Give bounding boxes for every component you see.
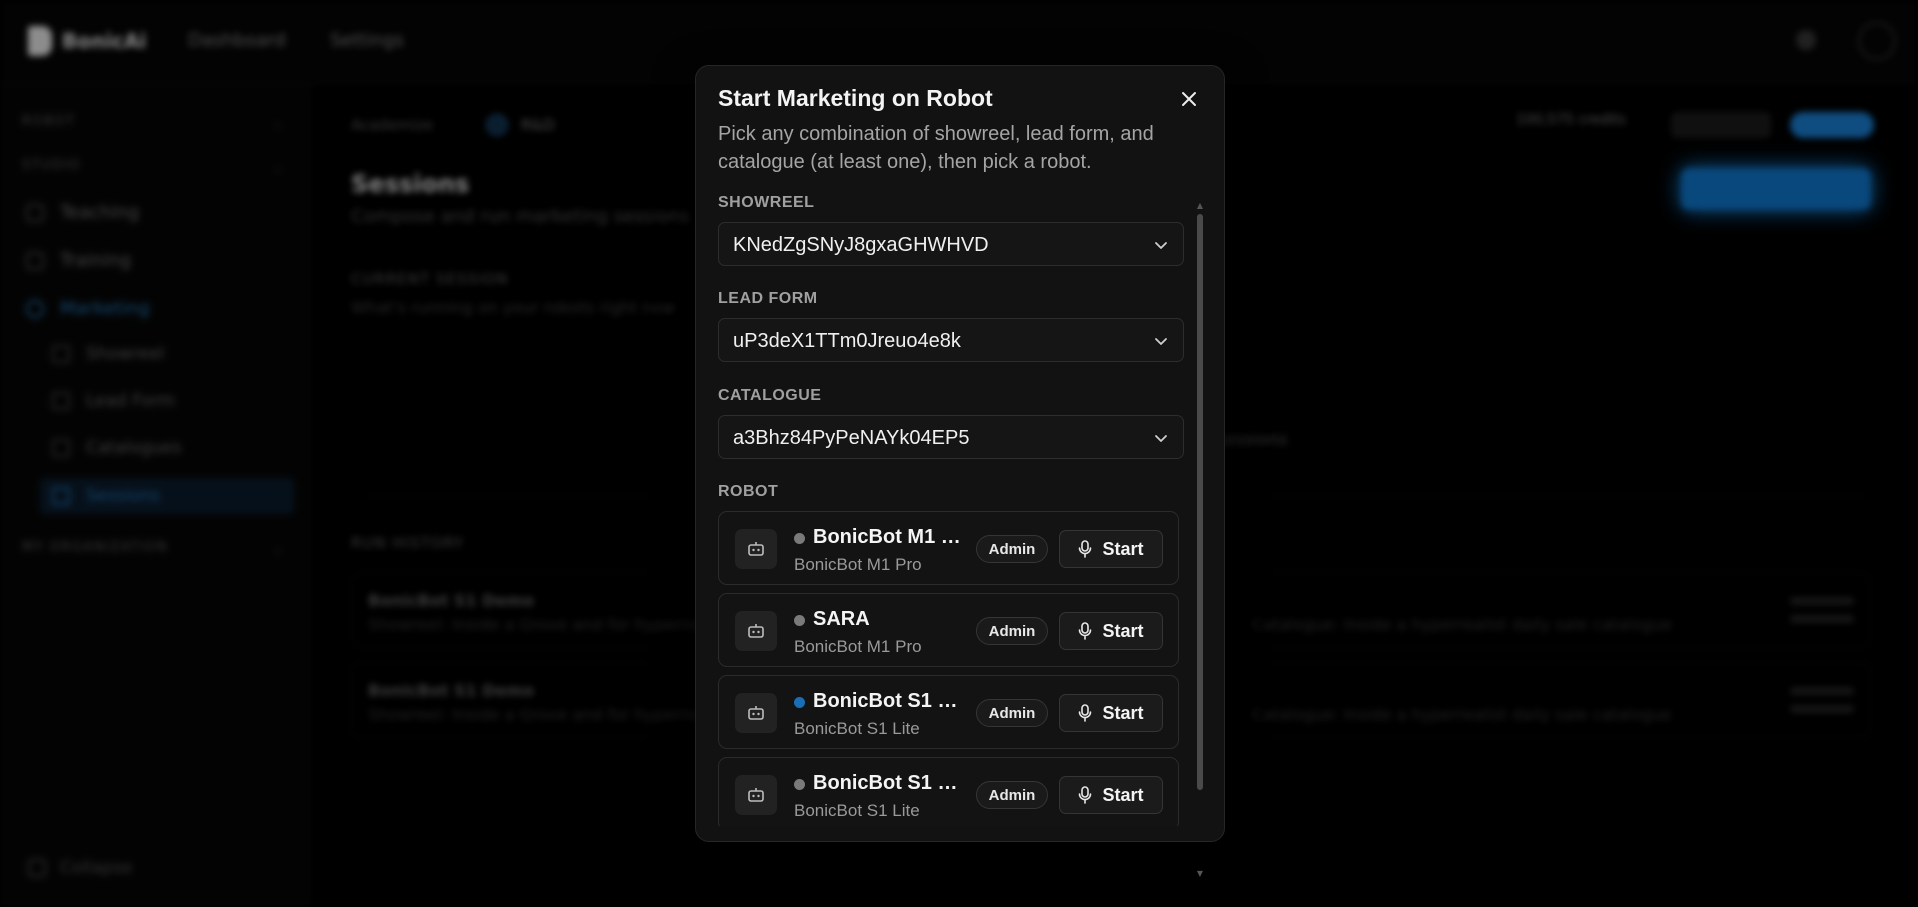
robot-name: BonicBot S1 Demo <box>813 772 963 794</box>
microphone-icon <box>1079 704 1092 722</box>
chevron-down-icon <box>1155 435 1167 442</box>
robot-model: BonicBot M1 Pro <box>794 555 922 574</box>
chevron-down-icon <box>1155 242 1167 249</box>
robot-card: SARA BonicBot M1 Pro Admin Start <box>718 593 1179 667</box>
microphone-icon <box>1079 540 1092 558</box>
robot-icon <box>735 693 777 733</box>
robot-icon <box>735 775 777 815</box>
catalogue-label: CATALOGUE <box>718 387 822 404</box>
robot-model: BonicBot M1 Pro <box>794 637 922 656</box>
scroll-up-icon[interactable]: ▲ <box>1196 202 1204 210</box>
showreel-label: SHOWREEL <box>718 194 815 211</box>
robot-card: BonicBot S1 Lite BonicBot S1 Lite Admin … <box>718 675 1179 749</box>
start-label: Start <box>1102 702 1144 723</box>
status-dot <box>794 779 805 790</box>
role-badge: Admin <box>976 781 1048 809</box>
robot-icon <box>735 611 777 651</box>
lead-form-value: uP3deX1TTm0Jreuo4e8k <box>733 330 961 352</box>
start-button[interactable]: Start <box>1059 530 1163 568</box>
robot-model: BonicBot S1 Lite <box>794 719 920 738</box>
robot-name: BonicBot S1 Lite <box>813 690 963 712</box>
lead-form-label: LEAD FORM <box>718 290 818 307</box>
modal-description: Pick any combination of showreel, lead f… <box>718 123 1154 173</box>
robot-model: BonicBot S1 Lite <box>794 801 920 820</box>
microphone-icon <box>1079 786 1092 804</box>
robot-icon <box>735 529 777 569</box>
catalogue-select[interactable]: a3Bhz84PyPeNAYk04EP5 <box>718 415 1184 459</box>
modal-scrollbar[interactable]: ▲ ▼ <box>1194 202 1206 886</box>
status-dot <box>794 697 805 708</box>
scroll-down-icon[interactable]: ▼ <box>1196 870 1204 878</box>
status-dot <box>794 533 805 544</box>
robot-card: BonicBot M1 Pro BonicBot M1 Pro Admin St… <box>718 511 1179 585</box>
robot-label: ROBOT <box>718 483 779 500</box>
start-button[interactable]: Start <box>1059 612 1163 650</box>
start-label: Start <box>1102 620 1144 641</box>
close-icon <box>1182 92 1196 106</box>
chevron-down-icon <box>1155 338 1167 345</box>
close-button[interactable] <box>1176 86 1202 112</box>
robot-card: BonicBot S1 Demo BonicBot S1 Lite Admin … <box>718 757 1179 826</box>
robot-name: SARA <box>813 608 870 630</box>
start-button[interactable]: Start <box>1059 776 1163 814</box>
robot-name: BonicBot M1 Pro <box>813 526 963 548</box>
modal-body: SHOWREEL KNedZgSNyJ8gxaGHWHVD LEAD FORM … <box>696 194 1226 826</box>
catalogue-value: a3Bhz84PyPeNAYk04EP5 <box>733 427 970 449</box>
showreel-value: KNedZgSNyJ8gxaGHWHVD <box>733 234 989 256</box>
modal-title: Start Marketing on Robot <box>718 85 993 111</box>
microphone-icon <box>1079 622 1092 640</box>
start-marketing-modal: Start Marketing on Robot Pick any combin… <box>695 65 1226 878</box>
showreel-select[interactable]: KNedZgSNyJ8gxaGHWHVD <box>718 222 1184 266</box>
start-label: Start <box>1102 538 1144 559</box>
role-badge: Admin <box>976 617 1048 645</box>
start-label: Start <box>1102 784 1144 805</box>
scrollbar-thumb[interactable] <box>1197 214 1203 790</box>
role-badge: Admin <box>976 699 1048 727</box>
lead-form-select[interactable]: uP3deX1TTm0Jreuo4e8k <box>718 318 1184 362</box>
role-badge: Admin <box>976 535 1048 563</box>
status-dot <box>794 615 805 626</box>
start-button[interactable]: Start <box>1059 694 1163 732</box>
